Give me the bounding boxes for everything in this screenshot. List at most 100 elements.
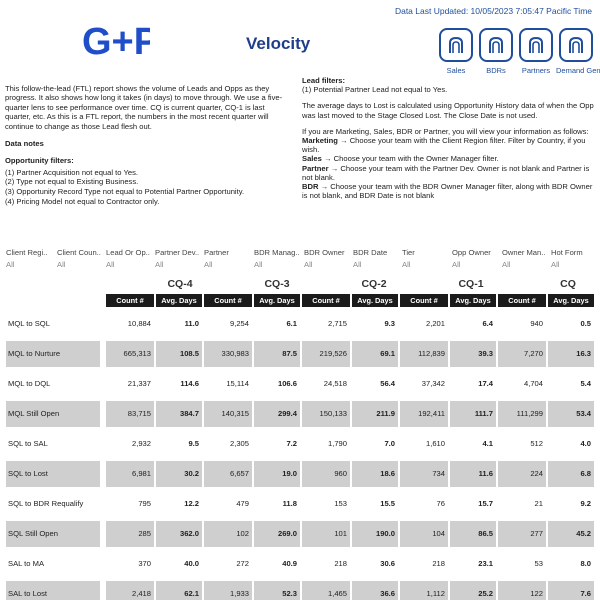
count-cell: 734 (400, 461, 448, 487)
filter-value: All (551, 260, 560, 269)
avg-days-cell: 111.7 (450, 401, 496, 427)
filter-client-country[interactable]: Client Coun.. All (57, 248, 101, 269)
avg-days-cell: 269.0 (254, 521, 300, 547)
avg-days-cell: 362.0 (156, 521, 202, 547)
row-label: SQL to BDR Requalify (8, 499, 84, 508)
company-logo: G+P (82, 21, 150, 60)
count-cell: 1,465 (302, 581, 350, 600)
filter-hot-form[interactable]: Hot Form All (551, 248, 583, 269)
filter-label: Client Coun.. (57, 248, 101, 257)
nav-partners-button[interactable]: Partners (516, 28, 556, 75)
avg-days-cell: 8.0 (580, 559, 591, 568)
count-cell: 76 (436, 499, 445, 508)
row-label: SQL to SAL (8, 439, 48, 448)
avg-days-cell: 0.5 (580, 319, 591, 328)
avg-days-cell: 7.2 (286, 439, 297, 448)
avg-days-cell: 6.4 (482, 319, 493, 328)
avg-days-cell: 30.6 (380, 559, 395, 568)
count-cell: 285 (106, 521, 154, 547)
role-label: Sales (302, 154, 322, 164)
avg-days-note: The average days to Lost is calculated u… (302, 101, 594, 120)
intro-section: This follow-the-lead (FTL) report shows … (5, 84, 291, 206)
house-icon (479, 28, 513, 62)
filter-label: Partner Dev.. (155, 248, 200, 257)
avg-days-cell: 25.2 (450, 581, 496, 600)
count-cell: 111,299 (498, 401, 546, 427)
lead-filters-heading: Lead filters: (302, 76, 346, 85)
quarter-header: CQ-3 (264, 278, 290, 290)
filter-partner-dev[interactable]: Partner Dev.. All (155, 248, 199, 269)
count-cell: 104 (400, 521, 448, 547)
avg-days-cell: 15.5 (380, 499, 395, 508)
column-header-avg-days: Avg. Days (548, 294, 594, 307)
count-cell: 150,133 (302, 401, 350, 427)
count-cell: 218 (432, 559, 445, 568)
count-cell: 4,704 (523, 379, 543, 388)
row-label: MQL to Nurture (8, 349, 61, 358)
avg-days-cell: 299.4 (254, 401, 300, 427)
count-cell: 795 (138, 499, 151, 508)
nav-label: Demand Gen (556, 66, 600, 75)
column-header-avg-days: Avg. Days (254, 294, 300, 307)
filter-value: All (155, 260, 164, 269)
count-cell: 1,610 (425, 439, 445, 448)
count-cell: 272 (236, 559, 249, 568)
svg-text:G+P: G+P (82, 21, 150, 60)
avg-days-cell: 39.3 (450, 341, 496, 367)
filter-value: All (452, 260, 461, 269)
role-sales: Sales → Choose your team with the Owner … (302, 154, 594, 163)
filter-client-region[interactable]: Client Regi.. All (6, 248, 47, 269)
filter-label: BDR Date (353, 248, 388, 257)
avg-days-cell: 69.1 (352, 341, 398, 367)
avg-days-cell: 106.6 (277, 379, 297, 388)
filter-partner[interactable]: Partner All (204, 248, 229, 269)
filter-lead-or-opp[interactable]: Lead Or Op.. All (106, 248, 150, 269)
avg-days-cell: 190.0 (352, 521, 398, 547)
nav-sales-button[interactable]: Sales (436, 28, 476, 75)
filter-label: BDR Manag.. (254, 248, 300, 257)
column-header-count: Count # (302, 294, 350, 307)
filter-label: Client Regi.. (6, 248, 48, 257)
avg-days-cell: 56.4 (380, 379, 395, 388)
avg-days-cell: 16.3 (548, 341, 594, 367)
count-cell: 9,254 (229, 319, 249, 328)
avg-days-cell: 62.1 (156, 581, 202, 600)
count-cell: 277 (498, 521, 546, 547)
avg-days-cell: 6.8 (548, 461, 594, 487)
table-row: SQL to BDR Requalify 795 12.2 479 11.8 153 15.… (6, 491, 598, 517)
count-cell: 21 (534, 499, 543, 508)
avg-days-cell: 15.7 (478, 499, 493, 508)
filter-tier[interactable]: Tier All (402, 248, 415, 269)
row-label: SAL to MA (8, 559, 45, 568)
lead-filter-item: (1) Potential Partner Lead not equal to … (302, 85, 448, 95)
role-text: → Choose your team with the BDR Owner Ma… (302, 182, 593, 201)
filter-owner-manager[interactable]: Owner Man.. All (502, 248, 545, 269)
opp-filter-item: (3) Opportunity Record Type not equal to… (5, 187, 245, 197)
role-text: → Choose your team with the Owner Manage… (321, 154, 499, 164)
role-bdr: BDR → Choose your team with the BDR Owne… (302, 182, 594, 200)
quarter-header: CQ-2 (361, 278, 387, 290)
count-cell: 1,112 (400, 581, 448, 600)
avg-days-cell: 384.7 (156, 401, 202, 427)
column-header-avg-days: Avg. Days (450, 294, 496, 307)
filter-bdr-date[interactable]: BDR Date All (353, 248, 387, 269)
row-label: SQL to Lost (8, 469, 48, 478)
avg-days-cell: 18.6 (352, 461, 398, 487)
nav-demand-gen-button[interactable]: Demand Gen (556, 28, 600, 75)
avg-days-cell: 11.6 (450, 461, 496, 487)
avg-days-cell: 87.5 (254, 341, 300, 367)
role-label: BDR (302, 182, 319, 192)
avg-days-cell: 30.2 (156, 461, 202, 487)
count-cell: 218 (334, 559, 347, 568)
filter-value: All (402, 260, 411, 269)
nav-bdrs-button[interactable]: BDRs (476, 28, 516, 75)
filter-opp-owner[interactable]: Opp Owner All (452, 248, 491, 269)
filter-value: All (254, 260, 263, 269)
count-cell: 15,114 (226, 379, 249, 388)
count-cell: 24,518 (323, 379, 347, 388)
filter-bdr-owner[interactable]: BDR Owner All (304, 248, 345, 269)
count-cell: 1,933 (204, 581, 252, 600)
filter-label: BDR Owner (304, 248, 345, 257)
filter-bdr-manager[interactable]: BDR Manag.. All (254, 248, 300, 269)
avg-days-cell: 53.4 (548, 401, 594, 427)
